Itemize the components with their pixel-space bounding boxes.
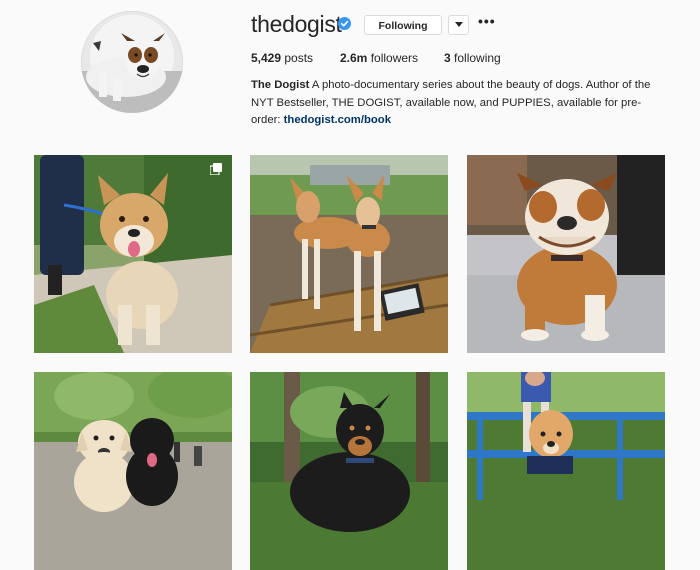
post-image-shepherd-mix — [34, 155, 232, 353]
more-options-icon[interactable]: ••• — [478, 13, 496, 29]
profile-bio: The Dogist A photo-documentary series ab… — [251, 77, 666, 130]
suggestions-dropdown-button[interactable] — [448, 15, 469, 35]
post-image-labs — [34, 372, 232, 570]
posts-label: posts — [284, 51, 314, 65]
bio-name: The Dogist — [251, 79, 310, 91]
multiple-photos-icon — [210, 163, 222, 175]
post-image-golden-puppy — [467, 372, 665, 570]
post-image-black-tan-dog — [250, 372, 448, 570]
post-tile[interactable] — [467, 372, 665, 570]
avatar-dog-illustration — [81, 33, 183, 113]
followers-label: followers — [370, 51, 419, 65]
following-label: following — [454, 51, 501, 65]
post-tile[interactable] — [250, 372, 448, 570]
post-tile[interactable] — [467, 155, 665, 353]
profile-avatar[interactable] — [81, 11, 183, 113]
chevron-down-icon — [455, 22, 463, 27]
post-tile[interactable] — [250, 155, 448, 353]
post-image-bulldog — [467, 155, 665, 353]
bio-link[interactable]: thedogist.com/book — [284, 114, 391, 126]
following-count: 3 — [444, 51, 451, 65]
following-button[interactable]: Following — [364, 15, 442, 35]
post-tile[interactable] — [34, 155, 232, 353]
following-stat[interactable]: 3 following — [444, 51, 501, 65]
followers-stat[interactable]: 2.6m followers — [340, 51, 418, 65]
followers-count: 2.6m — [340, 51, 368, 65]
post-image-two-hounds — [250, 155, 448, 353]
verified-badge-icon — [338, 17, 351, 30]
posts-count: 5,429 — [251, 51, 282, 65]
posts-stat: 5,429 posts — [251, 51, 313, 65]
profile-username: thedogist — [251, 11, 342, 37]
post-tile[interactable] — [34, 372, 232, 570]
